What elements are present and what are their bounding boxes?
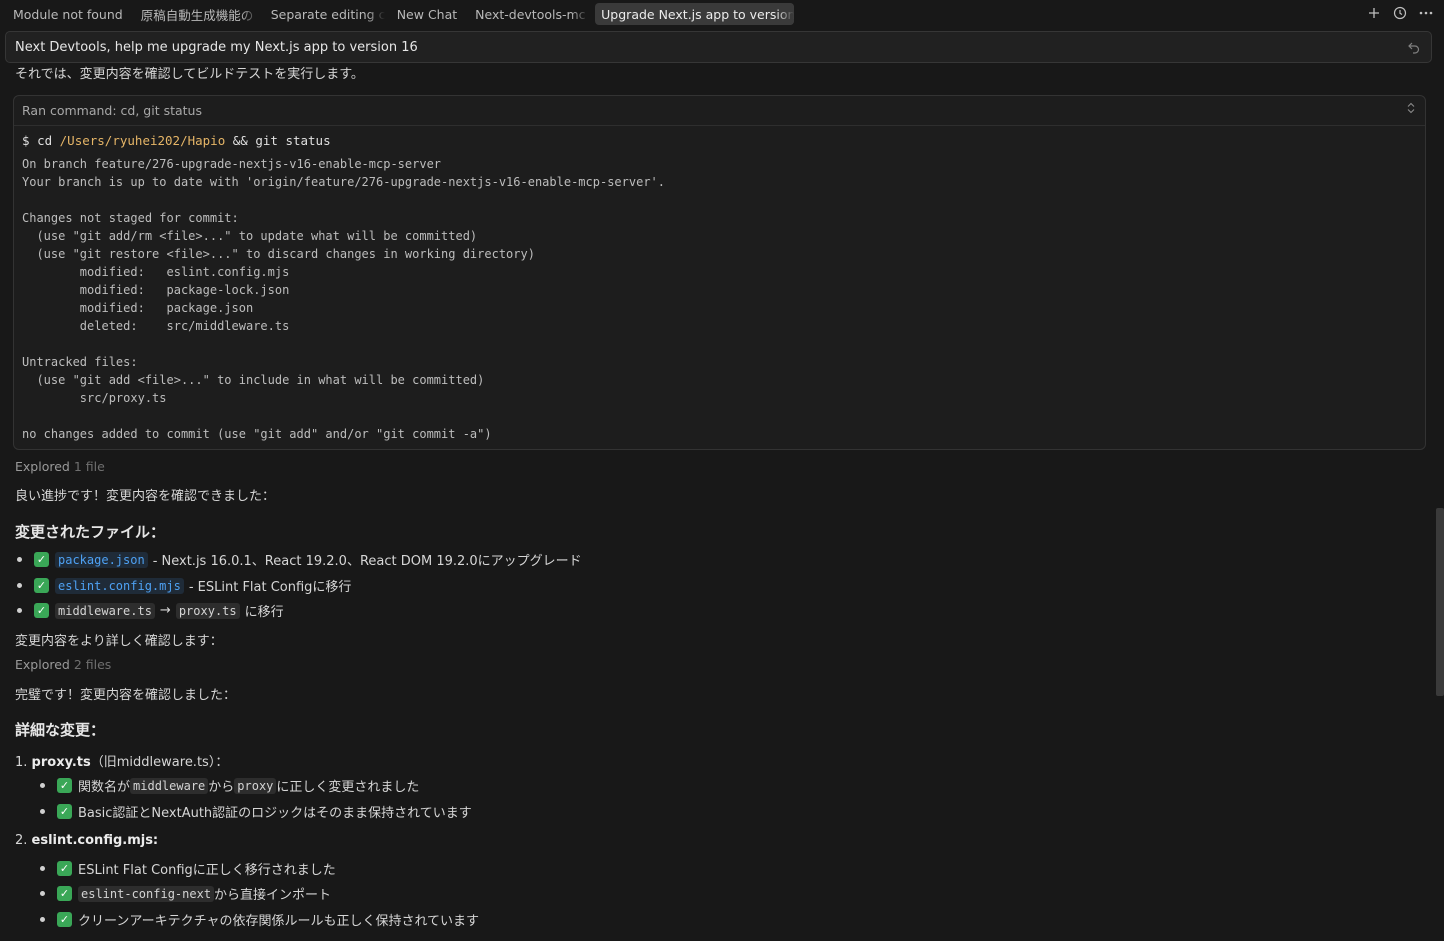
arrow-icon: → — [159, 603, 171, 618]
tab-next-devtools[interactable]: Next-devtools-mc — [469, 3, 590, 25]
prompt-text: Next Devtools, help me upgrade my Next.j… — [15, 39, 418, 55]
command-line: $ cd /Users/ryuhei202/Hapio && git statu… — [22, 133, 331, 148]
explored-summary[interactable]: Explored 1 file — [15, 459, 105, 474]
list-item: ✓ package.json - Next.js 16.0.1、React 19… — [17, 550, 582, 569]
list-item-text: ESLint Flat Configに正しく移行されました — [78, 863, 336, 878]
bullet — [17, 557, 22, 562]
complete-text: 完璧です！変更内容を確認しました： — [15, 688, 237, 703]
file-link-package-json[interactable]: package.json — [55, 551, 148, 568]
check-icon: ✓ — [34, 578, 49, 593]
detail-heading: 詳細な変更： — [15, 721, 106, 739]
code-proxy: proxy — [234, 777, 277, 794]
plus-icon[interactable] — [1366, 4, 1382, 22]
item-number: 1. — [15, 755, 28, 770]
check-icon: ✓ — [57, 804, 72, 819]
list-item: ✓ eslint.config.mjs - ESLint Flat Config… — [17, 576, 351, 595]
tab-label: Next-devtools-mc — [475, 6, 586, 22]
tab-separate-editing[interactable]: Separate editing c — [265, 3, 385, 25]
ordered-item-2: 2. eslint.config.mjs: — [15, 833, 158, 848]
explored-label: Explored — [15, 657, 70, 672]
code-eslint-config-next: eslint-config-next — [78, 885, 215, 902]
check-icon: ✓ — [34, 603, 49, 618]
bullet — [40, 783, 45, 788]
check-icon: ✓ — [57, 912, 72, 927]
list-item: ✓ ESLint Flat Configに正しく移行されました — [40, 859, 336, 878]
bullet — [40, 866, 45, 871]
list-item: ✓ 関数名が middleware から proxy に正しく変更されました — [40, 776, 419, 795]
check-icon: ✓ — [34, 552, 49, 567]
explored-count: 1 file — [73, 459, 105, 474]
check-icon: ✓ — [57, 778, 72, 793]
list-item: ✓ eslint-config-next から直接インポート — [40, 884, 331, 903]
command-output: On branch feature/276-upgrade-nextjs-v16… — [22, 157, 665, 441]
list-item-text: クリーンアーキテクチャの依存関係ルールも正しく保持されています — [78, 914, 480, 929]
explored-count: 2 files — [73, 657, 112, 672]
item-number: 2. — [15, 833, 28, 848]
undo-icon[interactable] — [1407, 40, 1421, 58]
explored-summary[interactable]: Explored 2 files — [15, 657, 111, 672]
list-item-text: Basic認証とNextAuth認証のロジックはそのまま保持されています — [78, 806, 472, 821]
list-item: ✓ クリーンアーキテクチャの依存関係ルールも正しく保持されています — [40, 910, 479, 929]
code-proxy-ts: proxy.ts — [175, 602, 240, 619]
tab-upgrade-nextjs[interactable]: Upgrade Next.js app to version 1 — [595, 3, 795, 25]
bullet — [17, 608, 22, 613]
command-rest: && git status — [232, 133, 331, 148]
command-block: Ran command: cd, git status $ cd /Users/… — [13, 95, 1426, 450]
user-prompt[interactable]: Next Devtools, help me upgrade my Next.j… — [5, 31, 1432, 63]
check-icon: ✓ — [57, 861, 72, 876]
list-item: ✓ Basic認証とNextAuth認証のロジックはそのまま保持されています — [40, 802, 472, 821]
history-icon[interactable] — [1392, 4, 1408, 22]
ordered-item-1: 1. proxy.ts（旧middleware.ts）： — [15, 751, 228, 770]
more-icon[interactable] — [1418, 4, 1434, 22]
explored-label: Explored — [15, 459, 70, 474]
item-title: eslint.config.mjs: — [31, 833, 159, 848]
command-header[interactable]: Ran command: cd, git status — [14, 96, 1425, 126]
list-item: ✓ middleware.ts → proxy.ts に移行 — [17, 601, 284, 620]
list-item-text: - ESLint Flat Configに移行 — [188, 580, 352, 595]
scrollbar-thumb[interactable] — [1436, 508, 1444, 696]
chevron-updown-icon[interactable] — [1407, 102, 1415, 117]
tab-label: Upgrade Next.js app to version 1 — [601, 6, 795, 22]
tab-label: Module not found — [13, 6, 123, 22]
list-item-text: 関数名が — [78, 780, 131, 795]
intro-text: それでは、変更内容を確認してビルドテストを実行します。 — [15, 67, 364, 82]
changed-files-heading: 変更されたファイル： — [15, 523, 166, 541]
detail-check-text: 変更内容をより詳しく確認します： — [15, 634, 223, 649]
list-item-text: から直接インポート — [214, 888, 332, 903]
item-suffix: （旧middleware.ts）： — [90, 755, 229, 770]
tab-new-chat[interactable]: New Chat — [391, 3, 463, 25]
file-link-eslint-config[interactable]: eslint.config.mjs — [55, 577, 184, 594]
command-cd: cd — [37, 133, 53, 148]
progress-text: 良い進捗です！変更内容を確認できました： — [15, 489, 276, 504]
tab-bar: Module not found 原稿自動生成機能の Separate edit… — [0, 0, 1444, 28]
shell-prompt: $ — [22, 133, 30, 148]
code-middleware: middleware — [130, 777, 209, 794]
command-header-label: Ran command: cd, git status — [22, 103, 202, 118]
code-middleware-ts: middleware.ts — [55, 602, 155, 619]
tab-module-not-found[interactable]: Module not found — [7, 3, 129, 25]
bullet — [40, 917, 45, 922]
bullet — [40, 809, 45, 814]
list-item-text: に正しく変更されました — [276, 780, 420, 795]
list-item-text: から — [208, 780, 235, 795]
command-path: /Users/ryuhei202/Hapio — [59, 133, 226, 148]
bullet — [17, 583, 22, 588]
item-title: proxy.ts — [31, 755, 91, 770]
list-item-text: に移行 — [244, 605, 284, 620]
bullet — [40, 891, 45, 896]
check-icon: ✓ — [57, 886, 72, 901]
tab-label: New Chat — [396, 6, 458, 22]
list-item-text: - Next.js 16.0.1、React 19.2.0、React DOM … — [152, 554, 582, 569]
tab-label: 原稿自動生成機能の — [140, 7, 254, 23]
tab-manuscript[interactable]: 原稿自動生成機能の — [135, 3, 259, 25]
